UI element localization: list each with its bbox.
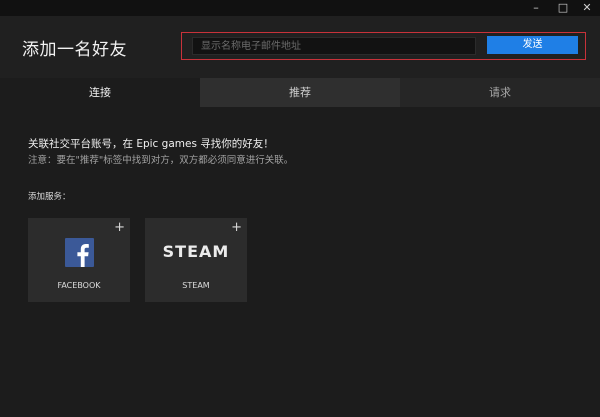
add-icon[interactable]: + xyxy=(114,221,125,234)
facebook-icon xyxy=(65,238,94,267)
tab-bar: 连接 推荐 请求 xyxy=(0,78,600,107)
window-titlebar: – □ ✕ xyxy=(0,0,600,16)
services-label: 添加服务： xyxy=(28,192,71,202)
tab-connect[interactable]: 连接 xyxy=(0,78,200,107)
minimize-icon[interactable]: – xyxy=(527,0,545,16)
steam-service-card[interactable]: + STEAM STEAM xyxy=(145,218,247,302)
maximize-icon[interactable]: □ xyxy=(554,0,572,16)
steam-label: STEAM xyxy=(182,281,210,290)
intro-text: 关联社交平台账号，在 Epic games 寻找你的好友！ xyxy=(28,138,274,150)
facebook-label: FACEBOOK xyxy=(57,281,101,290)
main-content: 关联社交平台账号，在 Epic games 寻找你的好友！ 注意：要在"推荐"标… xyxy=(0,107,600,417)
tab-recommended[interactable]: 推荐 xyxy=(200,78,400,107)
steam-logo: STEAM xyxy=(162,242,230,261)
header: 添加一名好友 发送 xyxy=(0,16,600,78)
add-icon[interactable]: + xyxy=(231,221,242,234)
tab-requests[interactable]: 请求 xyxy=(400,78,600,107)
search-input[interactable] xyxy=(192,37,476,55)
send-button[interactable]: 发送 xyxy=(487,36,578,54)
facebook-service-card[interactable]: + FACEBOOK xyxy=(28,218,130,302)
page-title: 添加一名好友 xyxy=(22,40,127,60)
note-text: 注意：要在"推荐"标签中找到对方，双方都必须同意进行关联。 xyxy=(28,155,294,166)
close-icon[interactable]: ✕ xyxy=(578,0,596,16)
search-frame: 发送 xyxy=(181,32,586,60)
